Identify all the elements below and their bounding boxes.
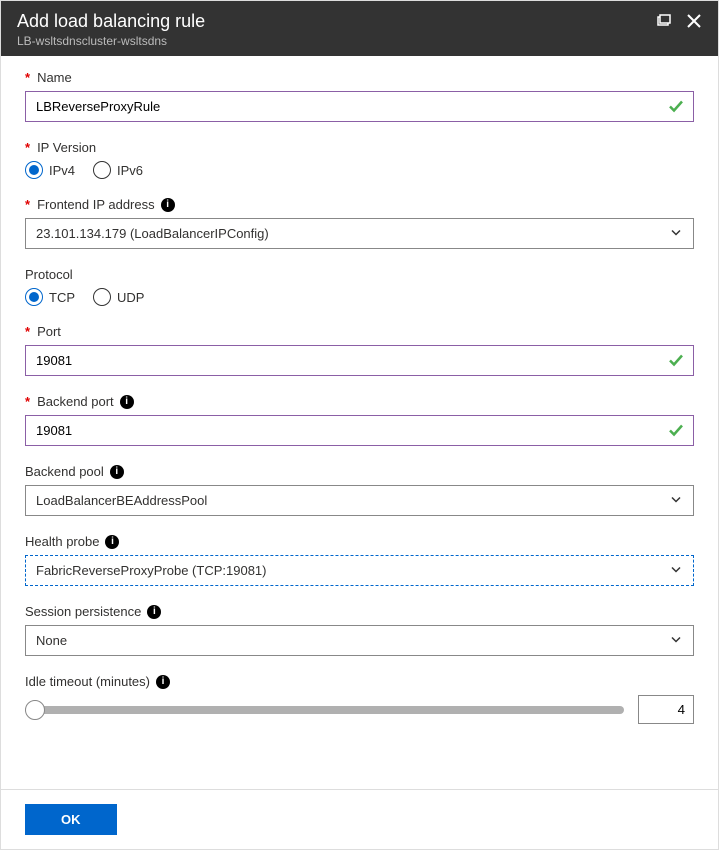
- field-session-persistence: Session persistence i None: [25, 604, 694, 656]
- radio-tcp[interactable]: TCP: [25, 288, 75, 306]
- field-idle-timeout: Idle timeout (minutes) i: [25, 674, 694, 724]
- info-icon[interactable]: i: [147, 605, 161, 619]
- field-backend-port: * Backend port i: [25, 394, 694, 446]
- backend-pool-select[interactable]: LoadBalancerBEAddressPool: [25, 485, 694, 516]
- required-marker: *: [25, 394, 30, 409]
- blade-header: Add load balancing rule LB-wsltsdnsclust…: [1, 1, 718, 56]
- session-persistence-select[interactable]: None: [25, 625, 694, 656]
- name-label: Name: [37, 70, 72, 85]
- check-icon: [668, 351, 684, 370]
- idle-timeout-label: Idle timeout (minutes): [25, 674, 150, 689]
- form-content: * Name * IP Version IPv4: [1, 56, 718, 789]
- info-icon[interactable]: i: [110, 465, 124, 479]
- ok-button[interactable]: OK: [25, 804, 117, 835]
- field-ip-version: * IP Version IPv4 IPv6: [25, 140, 694, 179]
- field-protocol: Protocol TCP UDP: [25, 267, 694, 306]
- required-marker: *: [25, 324, 30, 339]
- required-marker: *: [25, 140, 30, 155]
- backend-port-input[interactable]: [25, 415, 694, 446]
- backend-pool-label: Backend pool: [25, 464, 104, 479]
- field-backend-pool: Backend pool i LoadBalancerBEAddressPool: [25, 464, 694, 516]
- port-label: Port: [37, 324, 61, 339]
- required-marker: *: [25, 70, 30, 85]
- health-probe-label: Health probe: [25, 534, 99, 549]
- slider-thumb[interactable]: [25, 700, 45, 720]
- frontend-ip-label: Frontend IP address: [37, 197, 155, 212]
- radio-udp-label: UDP: [117, 290, 144, 305]
- blade-subtitle: LB-wsltsdnscluster-wsltsdns: [17, 34, 205, 48]
- idle-timeout-value[interactable]: [638, 695, 694, 724]
- ip-version-label: IP Version: [37, 140, 96, 155]
- radio-ipv4[interactable]: IPv4: [25, 161, 75, 179]
- blade-title: Add load balancing rule: [17, 11, 205, 32]
- restore-icon[interactable]: [656, 13, 672, 32]
- health-probe-select[interactable]: FabricReverseProxyProbe (TCP:19081): [25, 555, 694, 586]
- frontend-ip-select[interactable]: 23.101.134.179 (LoadBalancerIPConfig): [25, 218, 694, 249]
- radio-ipv4-label: IPv4: [49, 163, 75, 178]
- info-icon[interactable]: i: [105, 535, 119, 549]
- check-icon: [668, 97, 684, 116]
- session-persistence-label: Session persistence: [25, 604, 141, 619]
- blade-footer: OK: [1, 789, 718, 849]
- name-input[interactable]: [25, 91, 694, 122]
- field-frontend-ip: * Frontend IP address i 23.101.134.179 (…: [25, 197, 694, 249]
- field-port: * Port: [25, 324, 694, 376]
- required-marker: *: [25, 197, 30, 212]
- port-input[interactable]: [25, 345, 694, 376]
- info-icon[interactable]: i: [120, 395, 134, 409]
- radio-tcp-label: TCP: [49, 290, 75, 305]
- check-icon: [668, 421, 684, 440]
- info-icon[interactable]: i: [156, 675, 170, 689]
- radio-ipv6[interactable]: IPv6: [93, 161, 143, 179]
- radio-udp[interactable]: UDP: [93, 288, 144, 306]
- radio-ipv6-label: IPv6: [117, 163, 143, 178]
- field-name: * Name: [25, 70, 694, 122]
- protocol-label: Protocol: [25, 267, 73, 282]
- close-icon[interactable]: [686, 13, 702, 32]
- idle-timeout-slider[interactable]: [25, 706, 624, 714]
- backend-port-label: Backend port: [37, 394, 114, 409]
- field-health-probe: Health probe i FabricReverseProxyProbe (…: [25, 534, 694, 586]
- info-icon[interactable]: i: [161, 198, 175, 212]
